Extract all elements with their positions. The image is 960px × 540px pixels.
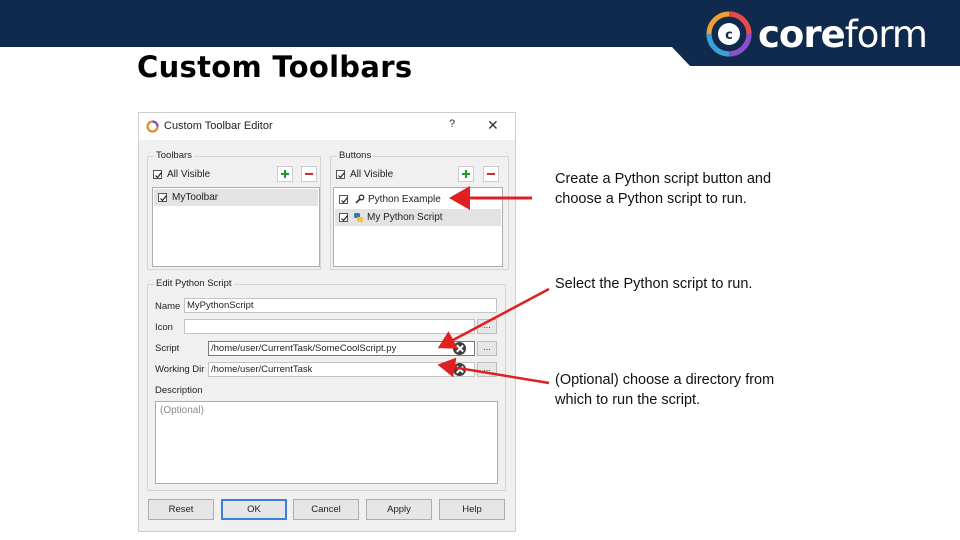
annotation-note-select-script: Select the Python script to run. xyxy=(555,276,753,292)
arrow-to-working-dir-field xyxy=(437,357,550,385)
annotation-note-create-button: Create a Python script button and choose… xyxy=(555,171,772,207)
annotation-note-working-dir: (Optional) choose a directory from which… xyxy=(555,372,775,408)
annotation-arrows xyxy=(437,186,550,385)
arrow-to-script-field xyxy=(437,287,550,349)
